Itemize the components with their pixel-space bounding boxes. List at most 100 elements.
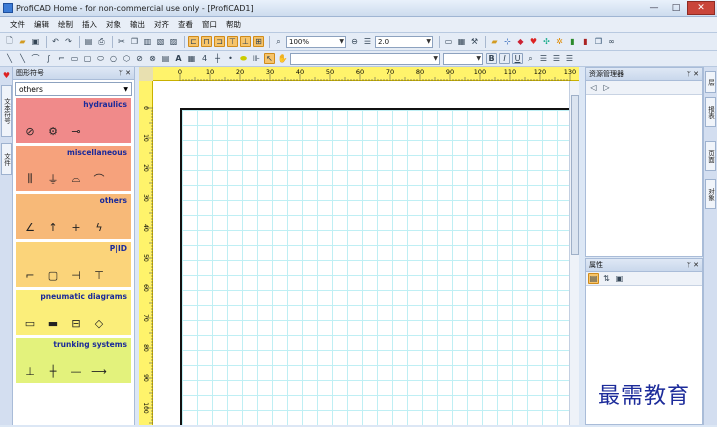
misc-symbol-icon[interactable]: ⌒: [91, 172, 107, 186]
category-hydraulics[interactable]: hydraulics ⊘ ⚙ ⊸: [16, 98, 131, 143]
menu-edit[interactable]: 编辑: [34, 19, 49, 30]
pid-symbol-icon[interactable]: ▢: [45, 268, 61, 282]
tab-pages[interactable]: 页面: [705, 141, 716, 171]
zoom-text-icon[interactable]: ⌕: [525, 53, 536, 64]
panel-close-button[interactable]: ✕: [693, 70, 699, 78]
other-symbol-icon[interactable]: ∠: [22, 220, 38, 234]
zoom-select[interactable]: 100% ▼: [286, 35, 346, 48]
line-tool-2-icon[interactable]: ╲: [17, 53, 28, 64]
polyline-tool-icon[interactable]: ⌐: [56, 53, 67, 64]
pneumatic-symbol-icon[interactable]: ▬: [45, 316, 61, 330]
category-miscellaneous[interactable]: miscellaneous ⫼ ⏚ ⌓ ⌒: [16, 146, 131, 191]
trunking-symbol-icon[interactable]: ⊥: [22, 364, 38, 378]
grid-view-icon[interactable]: ▦: [456, 36, 467, 47]
tab-objects[interactable]: 对象: [705, 179, 716, 209]
trunking-symbol-icon[interactable]: ⟶: [91, 364, 107, 378]
vertical-scrollbar[interactable]: [569, 81, 579, 425]
junction-tool-icon[interactable]: ⊪: [251, 53, 262, 64]
line-width-icon[interactable]: ☰: [362, 36, 373, 47]
print-icon[interactable]: ⎙: [96, 36, 107, 47]
report-icon[interactable]: ▮: [567, 36, 578, 47]
open-folder-icon[interactable]: ▰: [17, 36, 28, 47]
menu-draw[interactable]: 绘制: [58, 19, 73, 30]
categorized-icon[interactable]: ▤: [588, 273, 599, 284]
redo-icon[interactable]: ↷: [63, 36, 74, 47]
table-tool-icon[interactable]: ▦: [186, 53, 197, 64]
save-icon[interactable]: ▣: [30, 36, 41, 47]
category-trunking-systems[interactable]: trunking systems ⊥ ┼ — ⟶: [16, 338, 131, 383]
select-tool-icon[interactable]: ↖: [264, 53, 275, 64]
pan-tool-icon[interactable]: ✋: [277, 53, 288, 64]
minimize-button[interactable]: —: [643, 1, 665, 15]
tab-text-symbols[interactable]: 文本符号: [1, 85, 12, 137]
export-icon[interactable]: ▨: [168, 36, 179, 47]
back-icon[interactable]: ◁: [588, 82, 599, 93]
line-tool-icon[interactable]: ╲: [4, 53, 15, 64]
paste-icon[interactable]: ▥: [142, 36, 153, 47]
pneumatic-symbol-icon[interactable]: ▭: [22, 316, 38, 330]
tools-icon[interactable]: ⚒: [469, 36, 480, 47]
heart-icon[interactable]: ♥: [528, 36, 539, 47]
binoculars-icon[interactable]: ∞: [606, 36, 617, 47]
tab-layers[interactable]: 层: [705, 71, 716, 93]
menu-file[interactable]: 文件: [10, 19, 25, 30]
hydraulic-symbol-icon[interactable]: ⚙: [45, 124, 61, 138]
distribute-icon[interactable]: ⊞: [253, 36, 264, 47]
trunking-symbol-icon[interactable]: ┼: [45, 364, 61, 378]
undo-icon[interactable]: ↶: [50, 36, 61, 47]
pneumatic-symbol-icon[interactable]: ◇: [91, 316, 107, 330]
tree-icon[interactable]: ⊹: [502, 36, 513, 47]
zoom-out-icon[interactable]: ⊖: [349, 36, 360, 47]
category-others[interactable]: others ∠ ↑ + ϟ: [16, 194, 131, 239]
italic-button[interactable]: I: [499, 53, 510, 64]
category-pneumatic-diagrams[interactable]: pneumatic diagrams ▭ ▬ ⊟ ◇: [16, 290, 131, 335]
copy-icon[interactable]: ❐: [129, 36, 140, 47]
picture-icon[interactable]: ▧: [155, 36, 166, 47]
pin-icon[interactable]: ᛘ: [119, 69, 123, 77]
new-file-icon[interactable]: 🗋: [4, 36, 15, 47]
font-select[interactable]: ▼: [290, 52, 440, 65]
menu-window[interactable]: 窗口: [202, 19, 217, 30]
cross-tool-icon[interactable]: ⊗: [147, 53, 158, 64]
menu-help[interactable]: 帮助: [226, 19, 241, 30]
hydraulic-symbol-icon[interactable]: ⊸: [68, 124, 84, 138]
link-tool-icon[interactable]: ⊘: [134, 53, 145, 64]
pin-tool-icon[interactable]: •: [225, 53, 236, 64]
align-center-icon[interactable]: ⊓: [201, 36, 212, 47]
pneumatic-symbol-icon[interactable]: ⊟: [68, 316, 84, 330]
pin-icon[interactable]: ᛘ: [687, 261, 691, 269]
text-tool-icon[interactable]: A: [173, 53, 184, 64]
wire-tool-icon[interactable]: ┼: [212, 53, 223, 64]
tab-files[interactable]: 文件: [1, 143, 12, 175]
sort-alpha-icon[interactable]: ⇅: [601, 273, 612, 284]
text-align-right-icon[interactable]: ☰: [564, 53, 575, 64]
misc-symbol-icon[interactable]: ⫼: [22, 172, 38, 186]
align-bottom-icon[interactable]: ⊥: [240, 36, 251, 47]
ellipse-tool-icon[interactable]: ⬭: [95, 53, 106, 64]
menu-insert[interactable]: 插入: [82, 19, 97, 30]
tab-reports[interactable]: 报表: [705, 97, 716, 127]
database-icon[interactable]: ▮: [580, 36, 591, 47]
zoom-icon[interactable]: ⌕: [273, 36, 284, 47]
align-top-icon[interactable]: ⊤: [227, 36, 238, 47]
misc-symbol-icon[interactable]: ⏚: [45, 172, 61, 186]
numbering-tool-icon[interactable]: 4: [199, 53, 210, 64]
pages-icon[interactable]: ❒: [593, 36, 604, 47]
drawing-canvas[interactable]: [153, 81, 569, 425]
library-select[interactable]: others ▼: [15, 82, 132, 96]
cut-icon[interactable]: ✂: [116, 36, 127, 47]
bold-button[interactable]: B: [486, 53, 497, 64]
close-button[interactable]: ✕: [687, 1, 715, 15]
curve-tool-icon[interactable]: ∫: [43, 53, 54, 64]
menu-align[interactable]: 对齐: [154, 19, 169, 30]
scrollbar-thumb[interactable]: [571, 95, 579, 255]
property-pages-icon[interactable]: ▣: [614, 273, 625, 284]
panel-close-button[interactable]: ✕: [693, 261, 699, 269]
trunking-symbol-icon[interactable]: —: [68, 364, 84, 378]
menu-output[interactable]: 输出: [130, 19, 145, 30]
text-align-left-icon[interactable]: ☰: [538, 53, 549, 64]
heart-icon[interactable]: ♥: [1, 70, 12, 81]
layers-icon[interactable]: ◆: [515, 36, 526, 47]
polygon-tool-icon[interactable]: ⬡: [121, 53, 132, 64]
other-symbol-icon[interactable]: ϟ: [91, 220, 107, 234]
